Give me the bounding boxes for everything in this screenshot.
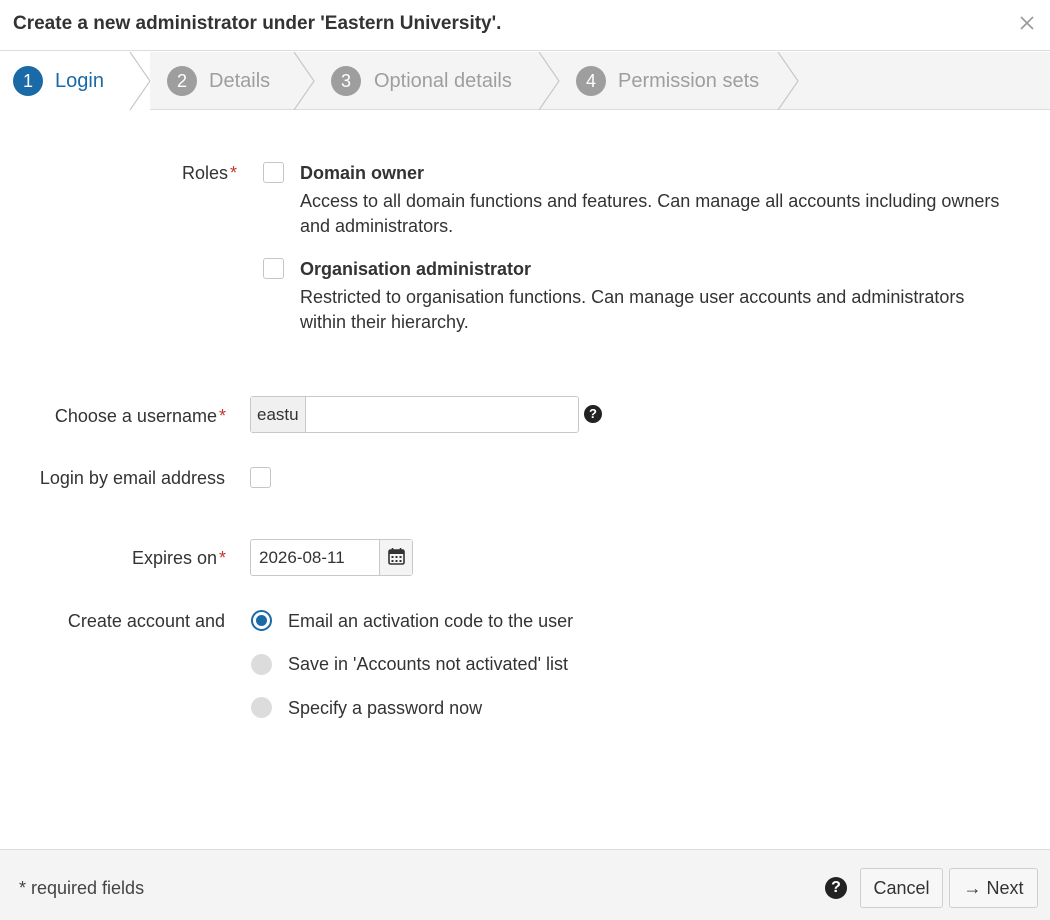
- calendar-icon: [388, 548, 405, 565]
- dialog-title: Create a new administrator under 'Easter…: [13, 13, 502, 34]
- radio-specify-password-label: Specify a password now: [288, 698, 483, 718]
- step-label: Optional details: [374, 70, 512, 92]
- step-separator: [538, 52, 560, 110]
- step-number: 2: [167, 66, 197, 96]
- next-button-label: Next: [986, 877, 1024, 898]
- radio-save-not-activated[interactable]: [251, 654, 272, 675]
- username-prefix: eastu: [251, 397, 306, 432]
- username-help-icon[interactable]: ?: [584, 405, 602, 423]
- help-icon[interactable]: ?: [825, 877, 847, 899]
- login-by-email-checkbox[interactable]: [250, 467, 271, 488]
- username-label: Choose a username *: [55, 406, 226, 427]
- wizard-step-optional-details[interactable]: 3 Optional details: [316, 52, 546, 110]
- roles-label: Roles *: [182, 163, 237, 184]
- expires-label-text: Expires on: [131, 548, 217, 568]
- organisation-administrator-description: Restricted to organisation functions. Ca…: [300, 287, 965, 332]
- required-mark: *: [218, 548, 226, 568]
- domain-owner-checkbox[interactable]: [263, 162, 284, 183]
- radio-email-activation[interactable]: [251, 610, 272, 631]
- wizard-step-details[interactable]: 2 Details: [152, 52, 302, 110]
- create-account-label: Create account and: [67, 611, 225, 631]
- step-number: 4: [576, 66, 606, 96]
- domain-owner-title: Domain owner: [300, 163, 425, 183]
- step-label: Login: [55, 70, 104, 92]
- organisation-administrator-checkbox[interactable]: [263, 258, 284, 279]
- required-mark: *: [218, 406, 226, 426]
- username-input[interactable]: [307, 397, 577, 432]
- calendar-button[interactable]: [379, 540, 412, 575]
- username-input-group: eastu: [250, 396, 579, 433]
- wizard-steps: 1 Login 2 Details 3 Optional details 4 P…: [0, 52, 1050, 110]
- required-mark: *: [229, 163, 237, 183]
- expires-date-input[interactable]: [251, 540, 379, 575]
- radio-email-activation-label: Email an activation code to the user: [288, 611, 574, 631]
- username-label-text: Choose a username: [54, 406, 217, 426]
- step-label: Permission sets: [618, 70, 760, 92]
- dialog-header: Create a new administrator under 'Easter…: [0, 0, 1050, 51]
- login-by-email-label: Login by email address: [39, 468, 225, 488]
- step-separator: [128, 52, 152, 110]
- next-button[interactable]: → Next: [949, 868, 1038, 908]
- expires-label: Expires on *: [132, 548, 226, 569]
- roles-label-text: Roles: [181, 163, 228, 183]
- expires-date-group: [250, 539, 413, 576]
- step-number: 1: [13, 66, 43, 96]
- close-icon[interactable]: [1018, 14, 1036, 32]
- step-label: Details: [209, 70, 271, 92]
- cancel-button[interactable]: Cancel: [860, 868, 943, 908]
- dialog-footer: * required fields ? Cancel → Next: [0, 849, 1050, 920]
- wizard-step-permission-sets[interactable]: 4 Permission sets: [561, 52, 781, 110]
- organisation-administrator-title: Organisation administrator: [300, 259, 532, 279]
- step-separator: [293, 52, 315, 110]
- step-separator: [777, 52, 799, 110]
- step-number: 3: [331, 66, 361, 96]
- domain-owner-description: Access to all domain functions and featu…: [300, 191, 1000, 236]
- required-fields-note: * required fields: [19, 878, 145, 898]
- arrow-right-icon: →: [963, 877, 982, 898]
- radio-save-not-activated-label: Save in 'Accounts not activated' list: [288, 654, 569, 674]
- radio-specify-password[interactable]: [251, 697, 272, 718]
